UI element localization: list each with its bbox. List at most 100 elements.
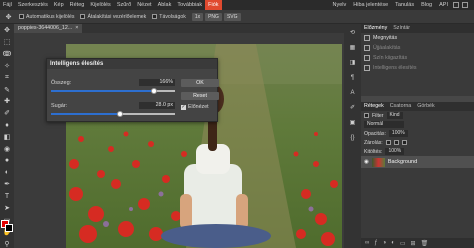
image-panel-icon[interactable]: ▣ xyxy=(348,118,357,127)
layers-footer: ∞ ƒ ◑ ◐ ▭ ⊞ 🗑 xyxy=(361,238,474,248)
mask-icon[interactable]: ◑ xyxy=(383,240,387,246)
menu-language[interactable]: Nyelv xyxy=(331,0,349,10)
layer-background[interactable]: ◉ Background xyxy=(361,156,474,168)
history-item-sharpen[interactable]: Intelligens élesítés xyxy=(361,63,474,73)
radius-slider-knob[interactable] xyxy=(117,111,124,117)
svg-button[interactable]: SVG xyxy=(223,12,241,21)
eye-icon[interactable]: ◉ xyxy=(364,159,369,165)
history-panel-icon[interactable]: ⟲ xyxy=(348,28,357,37)
tab-curves[interactable]: Görbék xyxy=(414,102,437,111)
filter-checkbox[interactable] xyxy=(364,113,369,118)
blend-mode-select[interactable]: Normál xyxy=(364,121,404,128)
adjust-panel-icon[interactable]: ◨ xyxy=(348,58,357,67)
menu-view[interactable]: Nézet xyxy=(134,0,154,10)
menu-account[interactable]: Fiók xyxy=(205,0,222,10)
brush-icon[interactable]: ✐ xyxy=(3,109,12,118)
adjustment-icon[interactable]: ◐ xyxy=(391,240,395,246)
close-icon[interactable]: × xyxy=(75,25,78,31)
amount-slider-knob[interactable] xyxy=(150,88,157,94)
new-layer-icon[interactable]: ⊞ xyxy=(411,240,416,247)
transform-controls-checkbox[interactable] xyxy=(80,14,86,19)
folder-icon[interactable]: ▭ xyxy=(400,240,406,247)
reset-button[interactable]: Reset xyxy=(181,92,219,100)
menu-file[interactable]: Fájl xyxy=(0,0,15,10)
history-item-open[interactable]: Megnyitás xyxy=(361,33,474,43)
magic-wand-icon[interactable]: ✧ xyxy=(3,62,12,71)
link-icon[interactable]: ∞ xyxy=(365,240,369,246)
path-select-icon[interactable]: ➤ xyxy=(3,204,12,213)
lock-position-icon[interactable] xyxy=(393,140,399,145)
filter-kind-select[interactable]: Kind xyxy=(386,112,403,119)
filter-label: Filter xyxy=(372,112,384,119)
menu-image[interactable]: Kép xyxy=(51,0,67,10)
brush-panel-icon[interactable]: ✐ xyxy=(348,103,357,112)
tab-swatches[interactable]: Színtár xyxy=(390,24,413,33)
amount-value[interactable]: 166% xyxy=(139,79,175,86)
menu-more[interactable]: Továbbiak xyxy=(174,0,205,10)
lock-pixels-icon[interactable] xyxy=(385,140,391,145)
auto-select-checkbox[interactable] xyxy=(19,14,24,19)
distances-option[interactable]: Távolságok xyxy=(152,14,186,20)
lasso-icon[interactable]: ↂ xyxy=(3,50,12,59)
healing-icon[interactable]: ✚ xyxy=(3,97,12,106)
css-panel-icon[interactable]: {} xyxy=(348,133,357,142)
canvas-area[interactable]: Intelligens élesítés Összeg: 166% Sugár:… xyxy=(14,33,344,248)
move-tool-icon: ✥ xyxy=(5,13,12,21)
menu-select[interactable]: Kijelölés xyxy=(87,0,113,10)
social-icon[interactable] xyxy=(453,2,459,8)
panel-rail: ⟲ ▦ ◨ ¶ A ✐ ▣ {} xyxy=(344,24,361,248)
radius-value[interactable]: 28.0 px xyxy=(139,102,175,109)
menu-learn[interactable]: Tanulás xyxy=(393,0,416,10)
fill-input[interactable]: 100% xyxy=(385,148,405,155)
dodge-icon[interactable]: ◐ xyxy=(3,168,12,177)
preview-label: Előnézet xyxy=(188,104,209,110)
ok-button[interactable]: OK xyxy=(181,79,219,87)
lock-all-icon[interactable] xyxy=(401,140,407,145)
bucket-icon[interactable]: ◉ xyxy=(3,144,12,153)
tools-panel: ✥ ⬚ ↂ ✧ ⌗ ✎ ✚ ✐ ♦ ◧ ◉ ● ◐ ✒ T ➤ ▭ ✋ ⚲ xyxy=(0,24,14,248)
eraser-icon[interactable]: ◧ xyxy=(3,133,12,142)
fullscreen-icon[interactable] xyxy=(462,2,468,8)
opacity-input[interactable]: 100% xyxy=(388,130,408,137)
menu-report-bug[interactable]: Hiba jelentése xyxy=(351,0,390,10)
zoom-button[interactable]: 1x xyxy=(191,12,204,21)
png-button[interactable]: PNG xyxy=(205,12,222,21)
filter-icon xyxy=(364,65,370,71)
background-color-swatch[interactable] xyxy=(5,224,13,232)
radius-slider[interactable] xyxy=(51,111,175,117)
amount-slider[interactable] xyxy=(51,88,175,94)
crop-icon[interactable]: ⌗ xyxy=(3,73,12,82)
menu-layer[interactable]: Réteg xyxy=(67,0,88,10)
history-item-resize[interactable]: Újjáalakítás xyxy=(361,43,474,53)
layers-panel-tabs: Rétegek Csatorna Görbék xyxy=(361,102,474,111)
menu-api[interactable]: API xyxy=(437,0,450,10)
auto-select-option[interactable]: Automatikus kijelölés xyxy=(19,14,74,20)
history-item-color[interactable]: Szín kiigazítás xyxy=(361,53,474,63)
paragraph-panel-icon[interactable]: ¶ xyxy=(348,73,357,82)
menu-blog[interactable]: Blog xyxy=(419,0,434,10)
swatches-panel-icon[interactable]: ▦ xyxy=(348,43,357,52)
blur-icon[interactable]: ● xyxy=(3,156,12,165)
stamp-icon[interactable]: ♦ xyxy=(3,121,12,130)
pen-icon[interactable]: ✒ xyxy=(3,180,12,189)
menu-filter[interactable]: Szűrő xyxy=(114,0,134,10)
effects-icon[interactable]: ƒ xyxy=(374,240,377,246)
marquee-icon[interactable]: ⬚ xyxy=(3,38,12,47)
tab-layers[interactable]: Rétegek xyxy=(361,102,387,111)
zoom-icon[interactable]: ⚲ xyxy=(3,239,12,248)
tab-history[interactable]: Előzmény xyxy=(361,24,390,33)
trash-icon[interactable]: 🗑 xyxy=(421,240,429,247)
preview-toggle[interactable]: ✓ Előnézet xyxy=(181,104,209,110)
char-panel-icon[interactable]: A xyxy=(348,88,357,97)
transform-controls-option[interactable]: Átalakítási vezérlőelemek xyxy=(80,14,146,20)
preview-checkbox[interactable]: ✓ xyxy=(181,104,186,110)
text-icon[interactable]: T xyxy=(3,192,12,201)
move-icon[interactable]: ✥ xyxy=(3,26,12,35)
document-icon xyxy=(364,35,370,41)
menu-edit[interactable]: Szerkesztés xyxy=(15,0,51,10)
tab-channels[interactable]: Csatorna xyxy=(387,102,415,111)
document-tab[interactable]: poppies-3644006_12... × xyxy=(14,24,83,33)
eyedropper-icon[interactable]: ✎ xyxy=(3,85,12,94)
menu-window[interactable]: Ablak xyxy=(155,0,175,10)
distances-checkbox[interactable] xyxy=(152,14,158,19)
